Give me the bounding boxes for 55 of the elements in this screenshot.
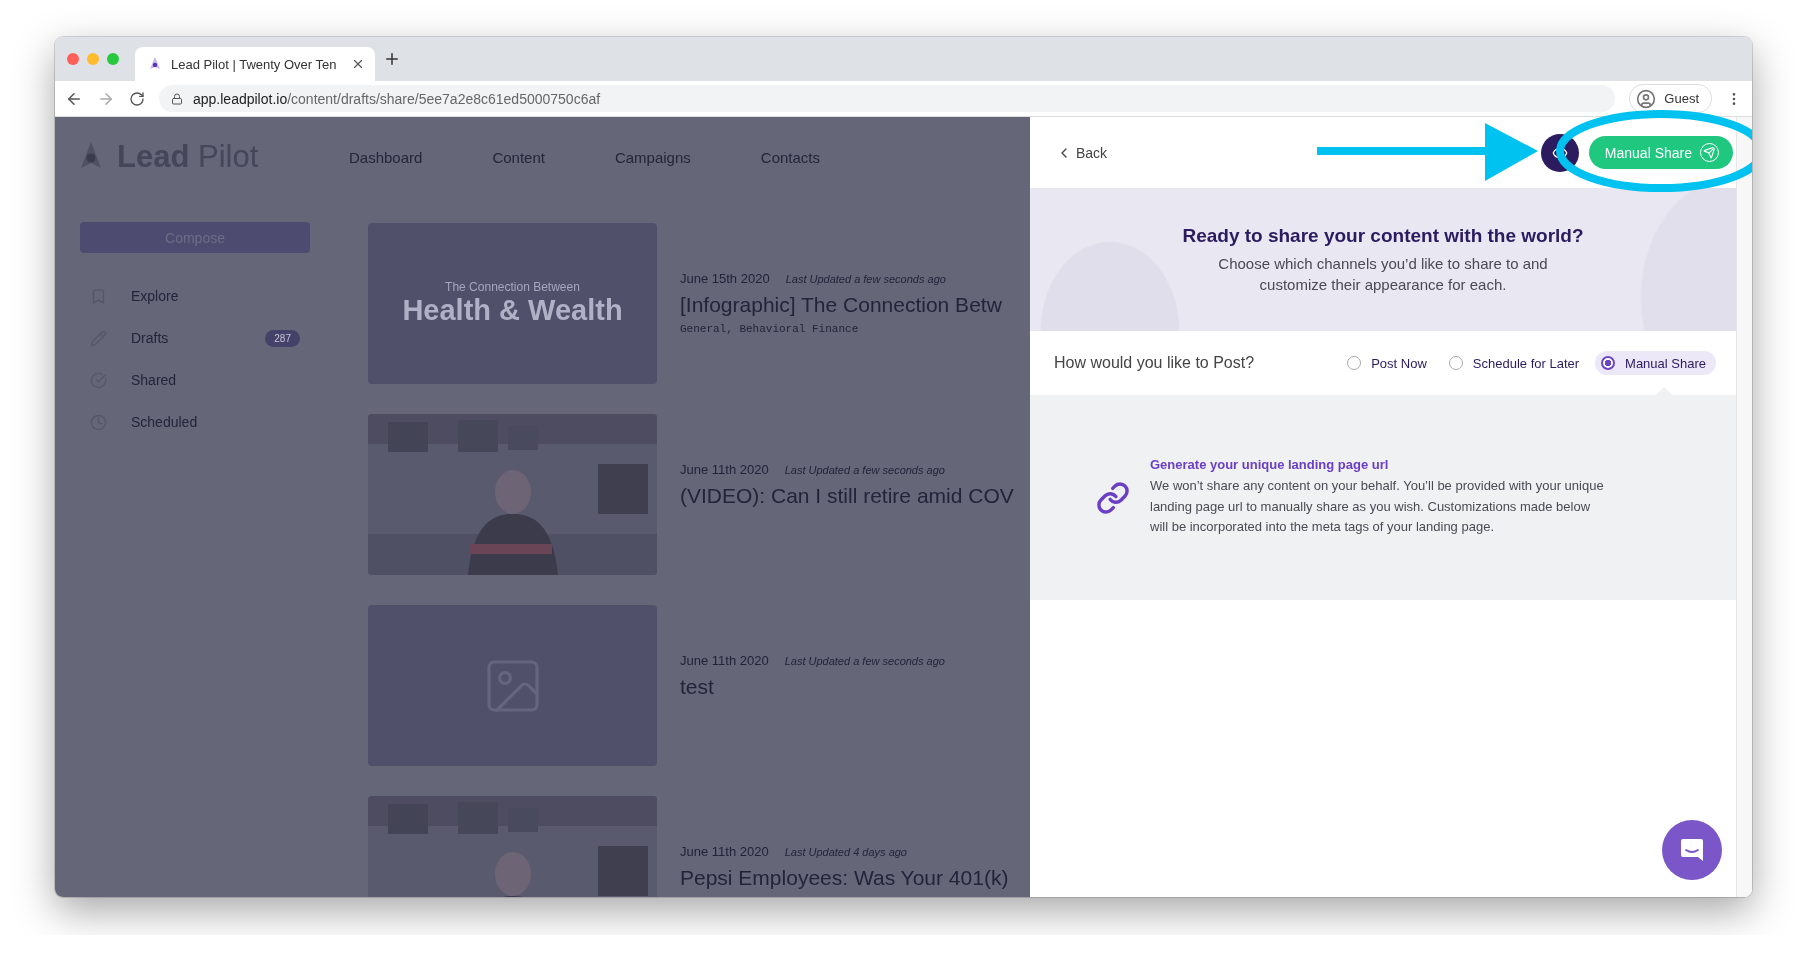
count-badge: 287 xyxy=(265,329,300,347)
sidebar-item[interactable]: Drafts 287 xyxy=(80,317,310,359)
draft-date: June 11th 2020 xyxy=(680,844,769,859)
chat-button[interactable] xyxy=(1662,820,1722,880)
info-heading: Generate your unique landing page url xyxy=(1150,456,1390,472)
sidebar-item[interactable]: Shared xyxy=(80,359,310,401)
reload-icon[interactable] xyxy=(129,90,145,107)
sidebar-label: Scheduled xyxy=(131,414,199,430)
radio-button[interactable] xyxy=(1448,356,1463,370)
back-button[interactable]: Back xyxy=(1056,144,1108,161)
nav-link[interactable]: Content xyxy=(492,148,545,166)
sidebar-label: Shared xyxy=(131,372,178,388)
draft-date: June 15th 2020 xyxy=(680,271,770,286)
hero-text: Choose which channels you’d like to share to and customize their appearance for each. xyxy=(1217,253,1549,295)
draft-title[interactable]: Pepsi Employees: Was Your 401(k) xyxy=(680,865,1009,891)
nav-link[interactable]: Campaigns xyxy=(614,148,691,166)
scrollbar[interactable] xyxy=(1736,117,1752,897)
draft-date: June 11th 2020 xyxy=(680,462,769,477)
info-text: We won’t share any content on your behalf. You’ll be provided with your unique landing page url to manually share as you wish. Customizations made below will be incorporated into the meta tags of your landing page. xyxy=(1150,476,1605,537)
new-tab-icon[interactable] xyxy=(383,50,401,68)
sidebar-label: Explore xyxy=(131,288,180,304)
draft-title[interactable]: test xyxy=(680,674,945,700)
updated-time: Last Updated a few seconds ago xyxy=(784,464,945,476)
hero-heading: Ready to share your content with the world? xyxy=(1182,224,1584,247)
draft-title[interactable]: (VIDEO): Can I still retire amid COV xyxy=(680,483,1014,509)
chat-icon xyxy=(1679,837,1705,863)
rocket-icon xyxy=(149,57,161,71)
nav-link[interactable]: Dashboard xyxy=(349,148,423,166)
address-bar[interactable]: app.leadpilot.io/content/drafts/share/5ee7a2e8c61ed5000750c6af xyxy=(159,85,1616,112)
manual-share-button[interactable]: Manual Share xyxy=(1588,136,1733,169)
link-icon xyxy=(1096,480,1130,515)
updated-time: Last Updated a few seconds ago xyxy=(785,273,946,285)
user-avatar-icon xyxy=(1636,88,1657,109)
thumbnail-title: Health & Wealth xyxy=(402,294,623,327)
updated-time: Last Updated 4 days ago xyxy=(784,846,907,858)
sidebar-label: Drafts xyxy=(131,330,170,346)
close-tab-icon[interactable] xyxy=(351,57,365,71)
post-option[interactable]: Post Now xyxy=(1341,351,1437,375)
nav-link[interactable]: Contacts xyxy=(760,148,820,166)
sidebar-item[interactable]: Scheduled xyxy=(80,401,310,443)
lock-icon xyxy=(171,92,183,105)
updated-time: Last Updated a few seconds ago xyxy=(784,655,945,667)
radio-button[interactable] xyxy=(1347,356,1362,370)
tab-title: Lead Pilot | Twenty Over Ten xyxy=(171,56,338,72)
radio-button[interactable] xyxy=(1601,356,1616,370)
browser-tab[interactable]: Lead Pilot | Twenty Over Ten xyxy=(135,47,375,81)
url-text: app.leadpilot.io/content/drafts/share/5ee7a2e8c61ed5000750c6af xyxy=(193,90,601,107)
draft-title[interactable]: [Infographic] The Connection Betw xyxy=(680,292,1002,318)
post-option[interactable]: Manual Share xyxy=(1595,351,1716,375)
draft-date: June 11th 2020 xyxy=(680,653,769,668)
thumbnail-caption: The Connection Between xyxy=(445,280,580,294)
sidebar-item[interactable]: Explore xyxy=(80,275,310,317)
draft-tags: General, Behavioral Finance xyxy=(680,323,1002,336)
post-question: How would you like to Post? xyxy=(1054,354,1256,372)
post-option[interactable]: Schedule for Later xyxy=(1442,351,1590,375)
